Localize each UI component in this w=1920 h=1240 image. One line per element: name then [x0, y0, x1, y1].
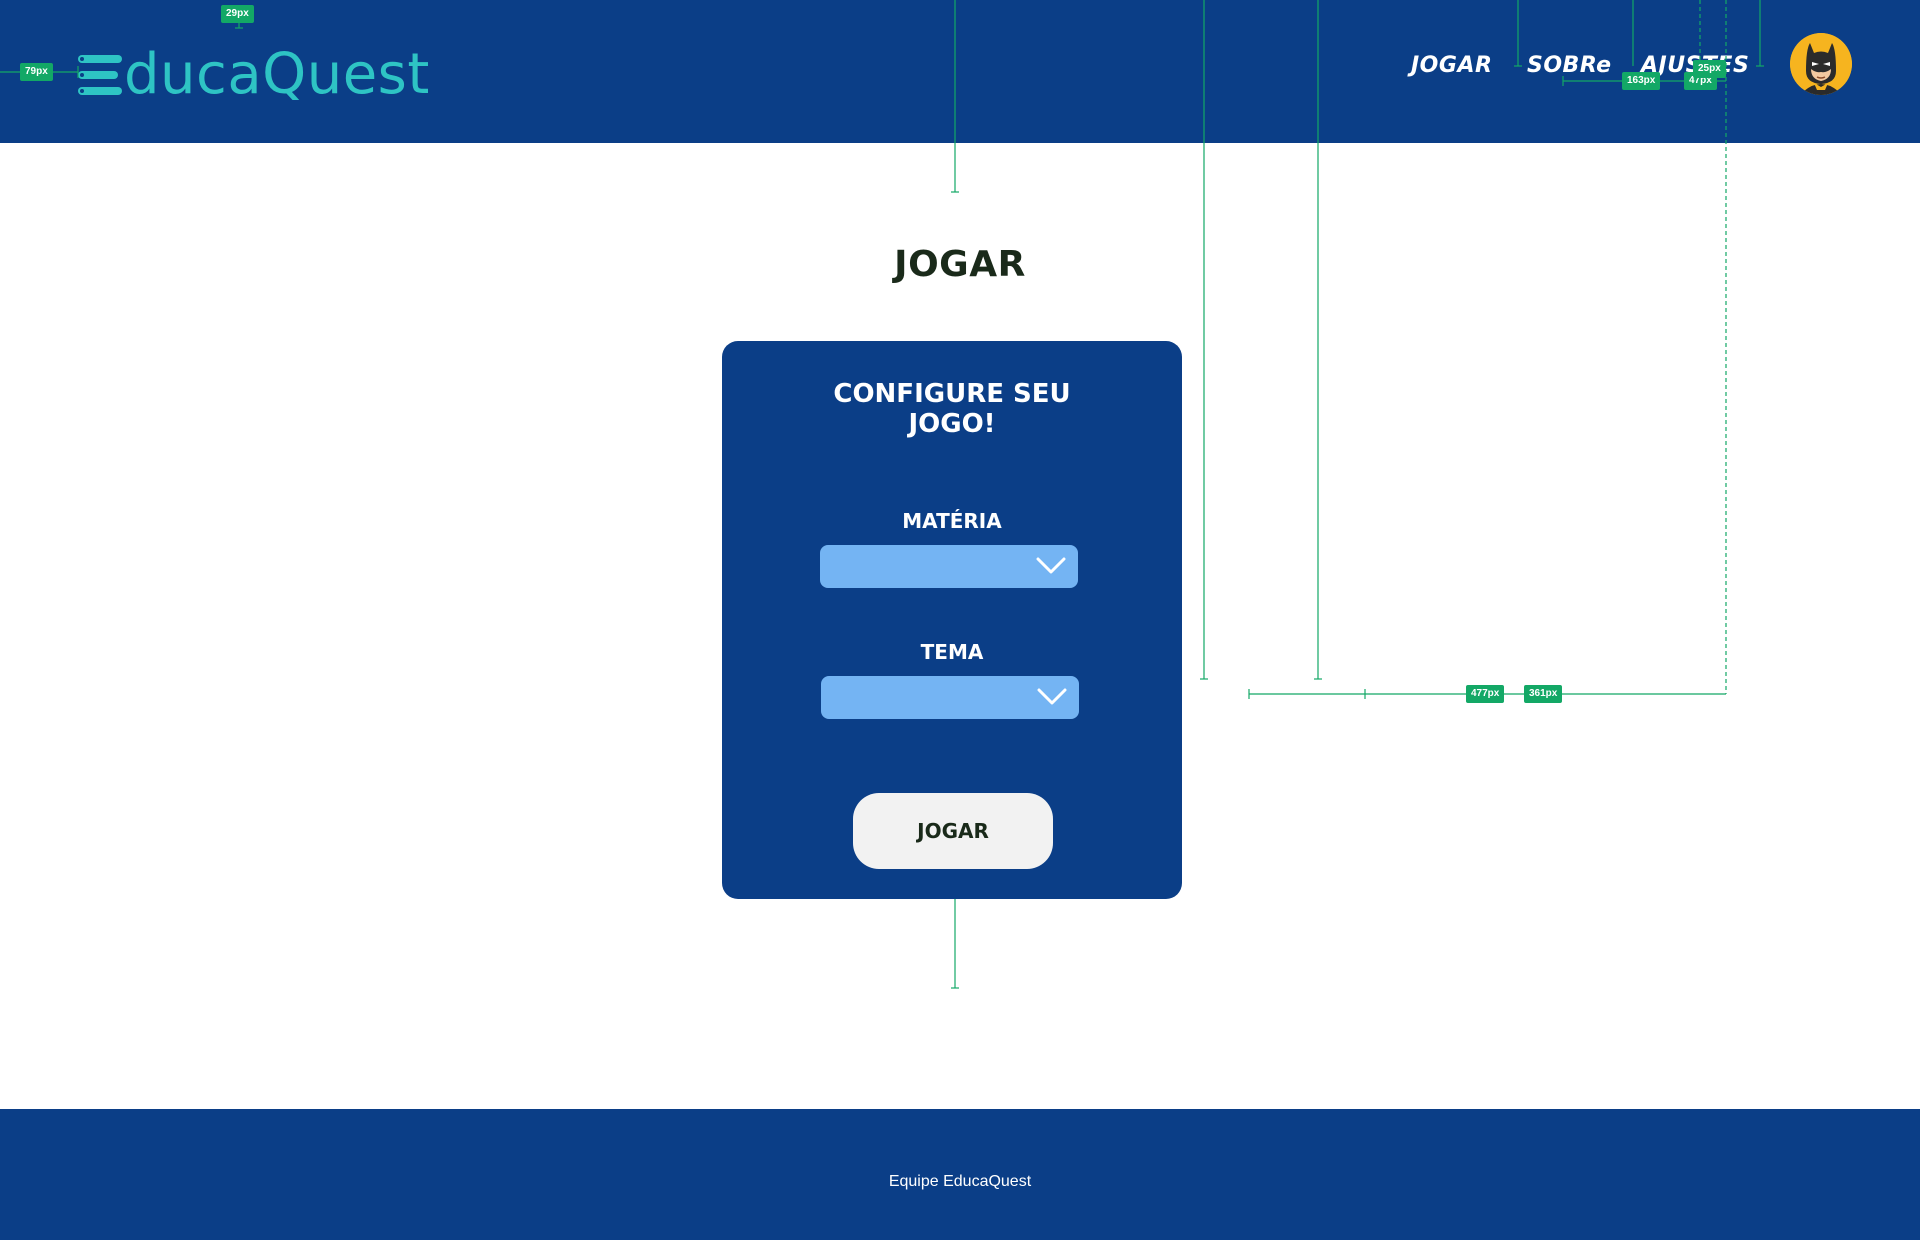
materia-label: MATÉRIA — [902, 509, 1002, 533]
card-title-line1: CONFIGURE SEU — [833, 379, 1071, 409]
main-nav: JOGAR SOBRe AJUSTES — [0, 48, 1920, 88]
materia-select[interactable] — [820, 545, 1078, 588]
chevron-down-icon — [1036, 557, 1066, 574]
game-config-card: CONFIGURE SEU JOGO! MATÉRIA TEMA JOGAR — [722, 341, 1182, 899]
nav-sobre-link[interactable]: SOBRe — [1527, 48, 1612, 84]
nav-ajustes-link[interactable]: AJUSTES — [1641, 48, 1749, 84]
spec-tag: 361px — [1524, 685, 1563, 703]
card-title: CONFIGURE SEU JOGO! — [722, 379, 1182, 439]
footer-text: Equipe EducaQuest — [888, 1173, 1032, 1190]
play-button[interactable]: JOGAR — [853, 793, 1053, 869]
spec-tag: 477px — [1466, 685, 1505, 703]
nav-jogar-link[interactable]: JOGAR — [1411, 48, 1492, 84]
tema-label: TEMA — [920, 640, 984, 664]
top-header: ducaQuest JOGAR SOBRe AJUSTES — [0, 0, 1920, 143]
page-title: JOGAR — [894, 244, 1026, 285]
batman-avatar-icon — [1790, 33, 1852, 95]
chevron-down-icon — [1037, 688, 1067, 705]
card-title-line2: JOGO! — [908, 409, 996, 439]
page-footer: Equipe EducaQuest — [0, 1109, 1920, 1240]
user-avatar[interactable] — [1790, 33, 1852, 95]
tema-select[interactable] — [821, 676, 1079, 719]
